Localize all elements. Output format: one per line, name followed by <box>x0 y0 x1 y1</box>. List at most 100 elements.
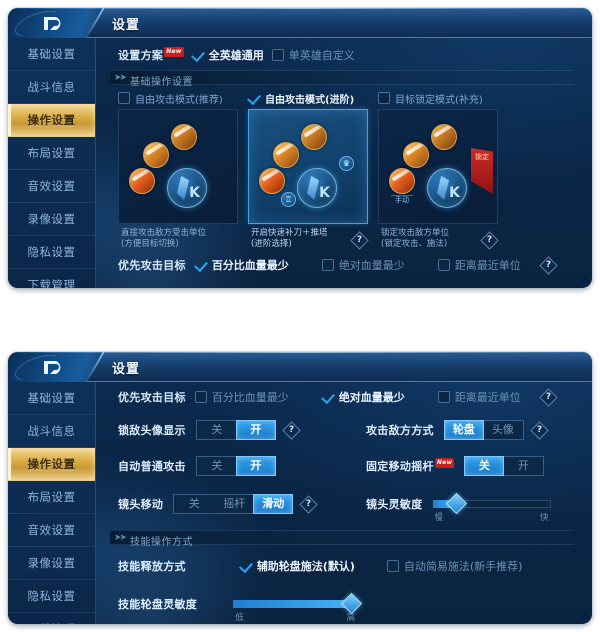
sidebar-item-layout[interactable]: 布局设置 <box>8 137 95 170</box>
priority-option-absolute-hp[interactable]: 绝对血量最少 <box>322 389 405 405</box>
sidebar-item-battle-info[interactable]: 战斗信息 <box>8 71 95 104</box>
segment-on[interactable]: 开 <box>503 457 543 475</box>
card-desc-line2: (方便目标切换) <box>121 239 179 249</box>
priority-option-percent-hp[interactable]: 百分比血量最少 <box>194 389 289 405</box>
segmented-control[interactable]: 轮盘 头像 <box>443 420 524 440</box>
sidebar-item-download[interactable]: 下载管理 <box>8 613 95 624</box>
sidebar-item-download[interactable]: 下载管理 <box>8 269 95 288</box>
sidebar-item-recording[interactable]: 录像设置 <box>8 203 95 236</box>
scheme-option-label: 单英雄自定义 <box>288 49 355 62</box>
slider-min-label: 低 <box>235 613 244 623</box>
checkbox-icon[interactable] <box>240 560 252 572</box>
skill-wheel-sensitivity-slider[interactable]: 低 高 <box>233 592 363 623</box>
segment-off[interactable]: 关 <box>197 457 237 475</box>
segmented-control[interactable]: 关 摇杆 滑动 <box>173 494 294 514</box>
checkbox-icon[interactable] <box>118 92 130 104</box>
checkbox-icon[interactable] <box>195 259 207 271</box>
help-icon[interactable]: ? <box>530 420 549 440</box>
segment-off[interactable]: 关 <box>197 421 237 439</box>
priority-option-absolute-hp[interactable]: 绝对血量最少 <box>321 257 405 273</box>
checkbox-icon[interactable] <box>437 391 450 403</box>
attack-glyph: K <box>449 185 460 201</box>
sidebar-item-privacy[interactable]: 隐私设置 <box>8 580 95 613</box>
lock-target-banner-icon: 锁定 <box>471 148 493 194</box>
page-title: 设置 <box>112 18 141 33</box>
section-title: 技能操作方式 <box>130 537 193 548</box>
game-logo-icon <box>40 358 64 377</box>
page-title: 设置 <box>112 362 141 377</box>
checkbox-icon[interactable] <box>248 92 260 104</box>
checkbox-icon[interactable] <box>271 49 284 61</box>
checkbox-icon[interactable] <box>194 391 207 403</box>
segment-off[interactable]: 关 <box>464 456 505 476</box>
checkbox-icon[interactable] <box>386 560 399 572</box>
slider-fill <box>233 600 351 608</box>
checkbox-icon[interactable] <box>378 92 390 104</box>
slider-max-label: 高 <box>346 613 356 623</box>
sidebar-item-basic[interactable]: 基础设置 <box>8 382 95 415</box>
card-header[interactable]: 目标锁定模式(补充) <box>378 90 498 106</box>
attack-button-icon: K <box>167 168 207 208</box>
card-preview: K 锁定 手动 <box>378 109 498 224</box>
chevron-right-icon: ➤➤ <box>114 73 127 83</box>
skill-cast-option-wheel[interactable]: 辅助轮盘施法(默认) <box>240 558 355 574</box>
sidebar-item-controls[interactable]: 操作设置 <box>8 448 95 481</box>
checkbox-icon[interactable] <box>192 49 204 61</box>
segment-off[interactable]: 关 <box>174 495 214 513</box>
skill-icon-3 <box>129 168 155 194</box>
card-header[interactable]: 自由攻击模式(推荐) <box>118 90 238 106</box>
segment-on[interactable]: 开 <box>235 456 276 476</box>
segmented-control[interactable]: 关 开 <box>195 456 276 476</box>
segmented-control[interactable]: 关 开 <box>464 456 545 476</box>
setting-row-skill-cast: 技能释放方式 辅助轮盘施法(默认) 自动简易施法(新手推荐) <box>118 556 522 576</box>
sidebar-item-privacy[interactable]: 隐私设置 <box>8 236 95 269</box>
priority-option-nearest[interactable]: 距离最近单位 <box>437 389 521 405</box>
card-preview: K ♛ ♖ <box>248 109 368 224</box>
setting-row-camera-move: 镜头移动 关 摇杆 滑动 ? <box>118 494 318 514</box>
segment-portrait[interactable]: 头像 <box>483 421 523 439</box>
help-icon[interactable]: ? <box>299 494 318 514</box>
sidebar-item-audio[interactable]: 音效设置 <box>8 170 95 203</box>
card-header[interactable]: 自由攻击模式(进阶) <box>248 90 368 106</box>
card-desc-line2: (锁定攻击、施法) <box>381 239 448 249</box>
priority-target-label: 优先攻击目标 <box>118 391 186 404</box>
segment-slide[interactable]: 滑动 <box>253 494 294 514</box>
segment-joystick[interactable]: 摇杆 <box>214 495 254 513</box>
attack-glyph: K <box>319 185 330 201</box>
help-icon[interactable]: ? <box>539 387 558 407</box>
sidebar-item-controls[interactable]: 操作设置 <box>8 104 95 137</box>
sidebar-item-basic[interactable]: 基础设置 <box>8 38 95 71</box>
priority-target-row-top: 优先攻击目标 百分比血量最少 绝对血量最少 距离最近单位 ? <box>118 255 558 275</box>
help-icon[interactable]: ? <box>282 420 301 440</box>
skill-icon-1 <box>301 124 327 150</box>
card-desc-line1: 开启快速补刀＋推塔 <box>251 228 328 238</box>
sidebar-item-layout[interactable]: 布局设置 <box>8 481 95 514</box>
setting-row-skill-sensitivity: 技能轮盘灵敏度 低 高 <box>118 592 363 623</box>
setting-row-attack-method: 攻击敌方方式 轮盘 头像 ? <box>366 420 549 440</box>
sidebar-item-battle-info[interactable]: 战斗信息 <box>8 415 95 448</box>
game-logo-icon <box>40 14 64 33</box>
camera-sensitivity-slider[interactable]: 慢 快 <box>432 492 551 523</box>
card-title: 目标锁定模式(补充) <box>395 94 483 106</box>
sidebar-item-audio[interactable]: 音效设置 <box>8 514 95 547</box>
segment-wheel[interactable]: 轮盘 <box>443 420 484 440</box>
section-header-basic-controls: ➤➤ 基础操作设置 <box>110 70 574 88</box>
segment-on[interactable]: 开 <box>235 420 276 440</box>
attack-mode-card-target-lock[interactable]: 目标锁定模式(补充) K 锁定 手动 锁定攻击敌方单位 (锁定攻击、施法) ? <box>378 90 499 250</box>
slider-max-label: 快 <box>539 513 549 523</box>
attack-mode-card-free-advanced[interactable]: 自由攻击模式(进阶) K ♛ ♖ 开启快速补刀＋推塔 (进阶选择) ? <box>248 90 369 250</box>
priority-option-nearest[interactable]: 距离最近单位 <box>437 257 521 273</box>
priority-option-percent-hp[interactable]: 百分比血量最少 <box>195 257 289 273</box>
checkbox-icon[interactable] <box>437 259 450 271</box>
checkbox-icon[interactable] <box>322 391 334 403</box>
skill-cast-option-auto[interactable]: 自动简易施法(新手推荐) <box>386 558 522 574</box>
scheme-option-all-heroes[interactable]: 全英雄通用 <box>192 47 264 63</box>
card-title: 自由攻击模式(推荐) <box>135 94 223 106</box>
checkbox-icon[interactable] <box>321 259 334 271</box>
segmented-control[interactable]: 关 开 <box>195 420 276 440</box>
help-icon[interactable]: ? <box>539 255 558 275</box>
scheme-option-per-hero[interactable]: 单英雄自定义 <box>271 47 355 63</box>
attack-mode-card-free-basic[interactable]: 自由攻击模式(推荐) K 直接攻击敌方受击单位 (方便目标切换) <box>118 90 238 250</box>
slider-handle[interactable] <box>445 492 468 515</box>
sidebar-item-recording[interactable]: 录像设置 <box>8 547 95 580</box>
